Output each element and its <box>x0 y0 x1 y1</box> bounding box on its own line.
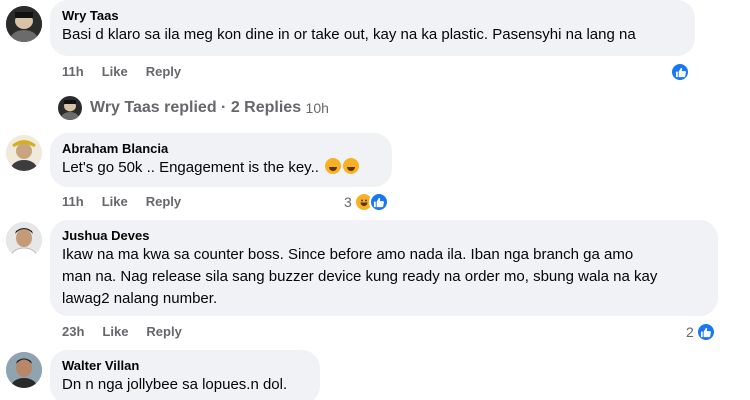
comment-bubble: Wry Taas Basi d klaro sa ila meg kon din… <box>50 0 695 56</box>
replies-verb: replied <box>164 99 217 116</box>
reply-button[interactable]: Reply <box>146 64 181 79</box>
like-icon <box>670 62 690 82</box>
haha-emoji-icon <box>325 158 342 174</box>
replies-count: 2 Replies <box>230 99 302 116</box>
reaction-count: 2 <box>686 324 694 340</box>
reaction-summary[interactable] <box>670 62 690 82</box>
comment-author[interactable]: Jushua Deves <box>62 227 706 244</box>
comment-actions: 11h Like Reply <box>62 194 181 209</box>
avatar-abraham-blancia[interactable] <box>6 135 42 171</box>
reaction-summary[interactable]: 2 <box>686 322 716 342</box>
view-replies[interactable]: Wry Taas replied · 2 Replies 10h <box>58 96 329 120</box>
replies-author: Wry Taas <box>90 99 160 116</box>
comment-actions: 11h Like Reply <box>62 64 181 79</box>
comment-actions: 23h Like Reply <box>62 324 182 339</box>
replies-separator: · <box>221 99 227 116</box>
replies-time: 10h <box>305 100 329 116</box>
comment-text: Basi d klaro sa ila meg kon dine in or t… <box>62 26 636 43</box>
comment-bubble: Walter Villan Dn n nga jollybee sa lopue… <box>50 350 320 400</box>
avatar-wry-taas[interactable] <box>6 6 42 42</box>
comment-author[interactable]: Abraham Blancia <box>62 140 380 157</box>
like-icon <box>368 192 389 212</box>
comment-bubble: Abraham Blancia Let's go 50k .. Engageme… <box>50 133 392 187</box>
like-button[interactable]: Like <box>102 64 128 79</box>
like-icon <box>695 322 716 342</box>
comment-text-line: Ikaw na ma kwa sa counter boss. Since be… <box>62 246 634 263</box>
comment-author[interactable]: Wry Taas <box>62 7 683 24</box>
comment-bubble: Jushua Deves Ikaw na ma kwa sa counter b… <box>50 220 718 316</box>
like-button[interactable]: Like <box>102 324 128 339</box>
comment-author[interactable]: Walter Villan <box>62 357 308 374</box>
comment-text: Let's go 50k .. Engagement is the key.. <box>62 157 380 179</box>
comment-text-line: man na. Nag release sila sang buzzer dev… <box>62 268 658 285</box>
comment-text: Dn n nga jollybee sa lopues.n dol. <box>62 376 288 393</box>
reply-button[interactable]: Reply <box>146 194 181 209</box>
comment-text-line: lawag2 nalang number. <box>62 290 218 307</box>
like-button[interactable]: Like <box>102 194 128 209</box>
reaction-count: 3 <box>344 194 352 210</box>
comment-time[interactable]: 11h <box>62 194 84 209</box>
reply-button[interactable]: Reply <box>146 324 181 339</box>
comment-time[interactable]: 23h <box>62 324 84 339</box>
comment-text-content: Let's go 50k .. Engagement is the key.. <box>62 159 319 176</box>
avatar-jushua-deves[interactable] <box>6 222 42 258</box>
comment-time[interactable]: 11h <box>62 64 84 79</box>
avatar-wry-taas-small <box>58 96 82 120</box>
reaction-summary[interactable]: 3 <box>344 192 389 212</box>
haha-emoji-icon <box>343 158 360 174</box>
avatar-walter-villan[interactable] <box>6 352 42 388</box>
